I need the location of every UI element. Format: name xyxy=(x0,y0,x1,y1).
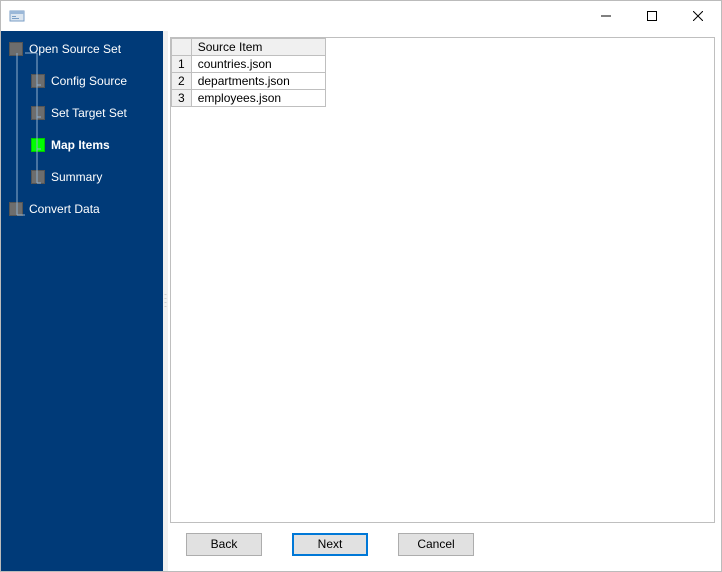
titlebar xyxy=(1,1,721,31)
step-label: Open Source Set xyxy=(29,42,121,56)
table-row[interactable]: 3 employees.json xyxy=(172,90,326,107)
step-config-source[interactable]: Config Source xyxy=(1,69,163,93)
step-convert-data[interactable]: Convert Data xyxy=(1,197,163,221)
step-box-icon xyxy=(31,106,45,120)
row-number: 1 xyxy=(172,56,192,73)
wizard-window: Open Source Set Config Source Set Target… xyxy=(0,0,722,572)
step-label: Summary xyxy=(51,170,102,184)
cell-source-item[interactable]: departments.json xyxy=(191,73,325,90)
step-box-icon xyxy=(9,42,23,56)
table-corner xyxy=(172,39,192,56)
step-box-icon xyxy=(31,170,45,184)
step-box-icon xyxy=(31,74,45,88)
cell-source-item[interactable]: countries.json xyxy=(191,56,325,73)
step-set-target-set[interactable]: Set Target Set xyxy=(1,101,163,125)
step-map-items[interactable]: Map Items xyxy=(1,133,163,157)
cell-source-item[interactable]: employees.json xyxy=(191,90,325,107)
wizard-steps: Open Source Set Config Source Set Target… xyxy=(1,37,163,221)
maximize-button[interactable] xyxy=(629,1,675,31)
step-box-icon xyxy=(31,138,45,152)
row-number: 2 xyxy=(172,73,192,90)
table-row[interactable]: 2 departments.json xyxy=(172,73,326,90)
window-controls xyxy=(583,1,721,31)
step-box-icon xyxy=(9,202,23,216)
next-button[interactable]: Next xyxy=(292,533,368,556)
table-row[interactable]: 1 countries.json xyxy=(172,56,326,73)
main-panel: Source Item 1 countries.json 2 departmen… xyxy=(168,31,721,571)
wizard-footer: Back Next Cancel xyxy=(170,523,715,565)
step-label: Map Items xyxy=(51,138,110,152)
content-area: Source Item 1 countries.json 2 departmen… xyxy=(170,37,715,523)
row-number: 3 xyxy=(172,90,192,107)
minimize-button[interactable] xyxy=(583,1,629,31)
step-label: Config Source xyxy=(51,74,127,88)
step-open-source-set[interactable]: Open Source Set xyxy=(1,37,163,61)
title-left xyxy=(9,8,31,24)
app-icon xyxy=(9,8,25,24)
splitter[interactable]: ········ xyxy=(163,31,168,571)
body: Open Source Set Config Source Set Target… xyxy=(1,31,721,571)
splitter-grip-icon: ········ xyxy=(164,293,166,309)
source-item-table: Source Item 1 countries.json 2 departmen… xyxy=(171,38,326,107)
step-label: Set Target Set xyxy=(51,106,127,120)
column-header-source-item[interactable]: Source Item xyxy=(191,39,325,56)
cancel-button[interactable]: Cancel xyxy=(398,533,474,556)
wizard-sidebar: Open Source Set Config Source Set Target… xyxy=(1,31,163,571)
step-label: Convert Data xyxy=(29,202,100,216)
close-button[interactable] xyxy=(675,1,721,31)
back-button[interactable]: Back xyxy=(186,533,262,556)
step-summary[interactable]: Summary xyxy=(1,165,163,189)
